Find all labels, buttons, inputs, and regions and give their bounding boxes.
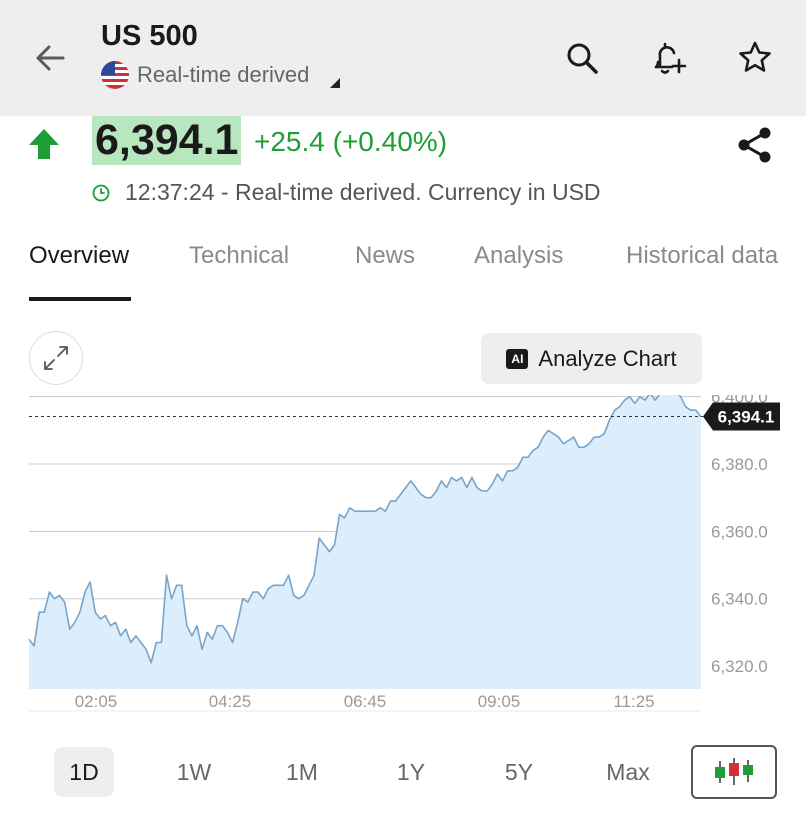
clock-icon: [92, 184, 110, 202]
analyze-chart-button[interactable]: AI Analyze Chart: [481, 333, 702, 384]
analyze-chart-label: Analyze Chart: [538, 345, 677, 371]
y-tick-label: 6,340.0: [711, 590, 768, 609]
us-flag-icon: [101, 61, 129, 89]
y-tick-label: 6,320.0: [711, 657, 768, 676]
ai-icon: AI: [506, 348, 529, 369]
share-icon: [738, 127, 771, 163]
range-max-button[interactable]: Max: [598, 747, 658, 797]
price-area-fill: [29, 395, 701, 689]
quote-timestamp: 12:37:24 - Real-time derived. Currency i…: [125, 179, 601, 205]
range-5y-button[interactable]: 5Y: [489, 747, 549, 797]
tab-technical[interactable]: Technical: [189, 242, 289, 270]
bell-plus-icon: [654, 42, 687, 74]
range-1m-button[interactable]: 1M: [272, 747, 332, 797]
section-tabs: Overview Technical News Analysis Histori…: [0, 232, 806, 302]
search-button[interactable]: [562, 38, 602, 78]
star-icon: [739, 41, 771, 72]
y-tick-label: 6,380.0: [711, 455, 768, 474]
add-alert-button[interactable]: [648, 38, 688, 78]
share-button[interactable]: [734, 124, 776, 166]
dropdown-triangle-icon[interactable]: [330, 78, 340, 88]
x-tick-label: 09:05: [478, 692, 521, 711]
time-range-selector: 1D 1W 1M 1Y 5Y Max: [0, 745, 806, 801]
tab-news[interactable]: News: [355, 242, 415, 270]
expand-icon: [44, 346, 68, 370]
x-tick-label: 04:25: [209, 692, 252, 711]
y-tick-label: 6,360.0: [711, 522, 768, 541]
active-tab-indicator: [29, 297, 131, 301]
range-1y-button[interactable]: 1Y: [381, 747, 441, 797]
back-button[interactable]: [30, 38, 70, 78]
expand-chart-button[interactable]: [29, 331, 83, 385]
range-1d-button[interactable]: 1D: [54, 747, 114, 797]
x-tick-label: 11:25: [613, 692, 654, 711]
candlestick-icon: [715, 758, 753, 785]
instrument-title: US 500: [101, 20, 198, 52]
tab-overview[interactable]: Overview: [29, 242, 129, 270]
range-1w-button[interactable]: 1W: [164, 747, 224, 797]
tab-analysis[interactable]: Analysis: [474, 242, 563, 270]
last-price: 6,394.1: [92, 116, 242, 165]
chart-type-button[interactable]: [691, 745, 777, 799]
top-bar: US 500 Real-time derived: [0, 0, 806, 116]
tab-historical-data[interactable]: Historical data: [626, 242, 778, 270]
price-chart[interactable]: 6,320.06,340.06,360.06,380.06,400.002:05…: [0, 395, 806, 720]
price-up-arrow-icon: [29, 129, 59, 159]
x-tick-label: 06:45: [344, 692, 387, 711]
data-source-selector[interactable]: Real-time derived: [101, 60, 309, 90]
price-change: +25.4 (+0.40%): [254, 126, 448, 157]
search-icon: [567, 43, 598, 74]
watchlist-button[interactable]: [735, 38, 775, 78]
x-tick-label: 02:05: [75, 692, 118, 711]
data-source-label: Real-time derived: [137, 62, 310, 87]
arrow-left-icon: [36, 45, 65, 71]
last-price-tag-label: 6,394.1: [718, 408, 775, 427]
